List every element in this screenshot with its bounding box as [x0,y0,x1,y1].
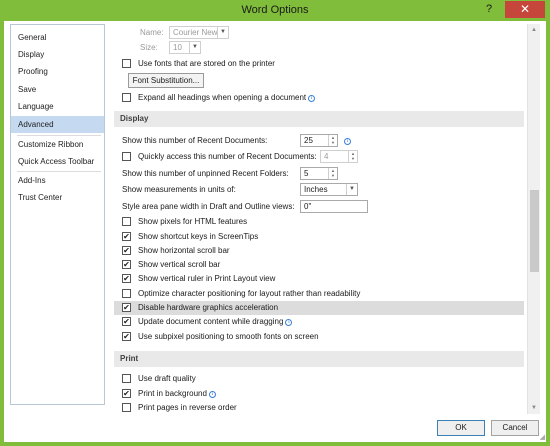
checkbox-vertical-ruler[interactable]: ✔ [122,274,131,283]
spinner-arrows-icon[interactable]: ▲ ▼ [328,168,337,179]
chevron-down-icon: ▼ [346,184,357,195]
checkbox-show-pixels[interactable] [122,217,131,226]
checkbox-shortcut-keys[interactable]: ✔ [122,232,131,241]
style-area-input[interactable]: 0" [300,200,368,213]
spinner-arrows-icon[interactable]: ▲ ▼ [348,151,357,162]
font-size-label: Size: [140,43,158,52]
info-icon: i [344,138,351,145]
option-label: Use draft quality [138,374,196,383]
ok-button[interactable]: OK [437,420,485,436]
recent-docs-label: Show this number of Recent Documents: [122,136,268,145]
option-label: Use subpixel positioning to smooth fonts… [138,332,319,341]
options-nav: General Display Proofing Save Language A… [10,24,105,405]
info-icon: i [208,391,216,398]
font-name-dropdown[interactable]: Courier New ▼ [169,26,229,39]
units-value: Inches [304,185,328,194]
unpinned-folders-spinner[interactable]: 5 ▲ ▼ [300,167,338,180]
checkbox-reverse-order[interactable] [122,403,131,412]
font-size-value: 10 [173,43,182,52]
word-options-window: Word Options ? ✕ General Display Proofin… [0,0,550,446]
option-label: Print in background i [138,387,216,401]
window-title: Word Options [241,4,309,16]
style-area-label: Style area pane width in Draft and Outli… [122,202,295,211]
section-header-display: Display [114,111,524,127]
option-label: Quickly access this number of Recent Doc… [138,152,317,161]
dialog-body: General Display Proofing Save Language A… [4,21,546,442]
unpinned-folders-value: 5 [304,169,309,178]
nav-item-proofing[interactable]: Proofing [11,63,104,80]
checkbox-print-background[interactable]: ✔ [122,389,131,398]
nav-item-customize-ribbon[interactable]: Customize Ribbon [11,136,104,153]
options-content: Name: Courier New ▼ Size: 10 ▼ Use fonts… [110,24,540,414]
font-name-label: Name: [140,28,164,37]
checkbox-draft-quality[interactable] [122,374,131,383]
scroll-up-icon[interactable]: ▲ [528,24,540,36]
option-label: Update document content while dragging i [138,315,293,329]
option-label: Disable hardware graphics acceleration [138,303,279,312]
resize-grip-icon[interactable]: ◢ [540,433,545,441]
option-label: Use fonts that are stored on the printer [138,59,275,68]
title-bar[interactable]: Word Options ? ✕ [0,0,550,20]
checkbox-use-printer-fonts[interactable] [122,59,131,68]
nav-item-quick-access-toolbar[interactable]: Quick Access Toolbar [11,153,104,170]
cancel-button[interactable]: Cancel [491,420,539,436]
option-label: Show pixels for HTML features [138,217,248,226]
nav-item-add-ins[interactable]: Add-Ins [11,172,104,189]
checkbox-disable-hw-acceleration[interactable]: ✔ [122,303,131,312]
option-label: Show vertical ruler in Print Layout view [138,274,276,283]
font-substitution-button[interactable]: Font Substitution... [128,73,204,88]
option-label: Show horizontal scroll bar [138,246,230,255]
info-icon: i [308,95,316,102]
font-name-value: Courier New [173,28,218,37]
checkbox-subpixel-positioning[interactable]: ✔ [122,332,131,341]
help-button[interactable]: ? [479,1,499,18]
info-icon: i [285,319,293,326]
checkbox-vertical-scroll[interactable]: ✔ [122,260,131,269]
nav-item-language[interactable]: Language [11,98,104,115]
chevron-down-icon: ▼ [189,42,200,53]
recent-docs-value: 25 [304,136,313,145]
option-label: Expand all headings when opening a docum… [138,91,316,105]
units-label: Show measurements in units of: [122,185,236,194]
checkbox-expand-headings[interactable] [122,93,131,102]
option-label: Print pages in reverse order [138,403,237,412]
vertical-scrollbar[interactable]: ▲ ▼ [527,24,540,414]
nav-item-general[interactable]: General [11,29,104,46]
nav-item-display[interactable]: Display [11,46,104,63]
checkbox-quick-access[interactable] [122,152,131,161]
scroll-down-icon[interactable]: ▼ [528,402,540,414]
option-label: Show shortcut keys in ScreenTips [138,232,259,241]
unpinned-folders-label: Show this number of unpinned Recent Fold… [122,169,289,178]
nav-item-trust-center[interactable]: Trust Center [11,189,104,206]
quick-access-spinner[interactable]: 4 ▲ ▼ [320,150,358,163]
checkbox-optimize-positioning[interactable] [122,289,131,298]
chevron-down-icon: ▼ [217,27,228,38]
close-button[interactable]: ✕ [505,1,545,18]
nav-item-advanced[interactable]: Advanced [11,116,104,133]
option-label: Show vertical scroll bar [138,260,221,269]
section-header-print: Print [114,351,524,367]
quick-access-value: 4 [324,152,329,161]
checkbox-horizontal-scroll[interactable]: ✔ [122,246,131,255]
units-dropdown[interactable]: Inches ▼ [300,183,358,196]
scroll-thumb[interactable] [530,190,539,272]
nav-item-save[interactable]: Save [11,81,104,98]
recent-docs-spinner[interactable]: 25 ▲ ▼ [300,134,338,147]
font-size-dropdown[interactable]: 10 ▼ [169,41,201,54]
option-label: Optimize character positioning for layou… [138,289,361,298]
spinner-arrows-icon[interactable]: ▲ ▼ [328,135,337,146]
checkbox-update-while-dragging[interactable]: ✔ [122,317,131,326]
